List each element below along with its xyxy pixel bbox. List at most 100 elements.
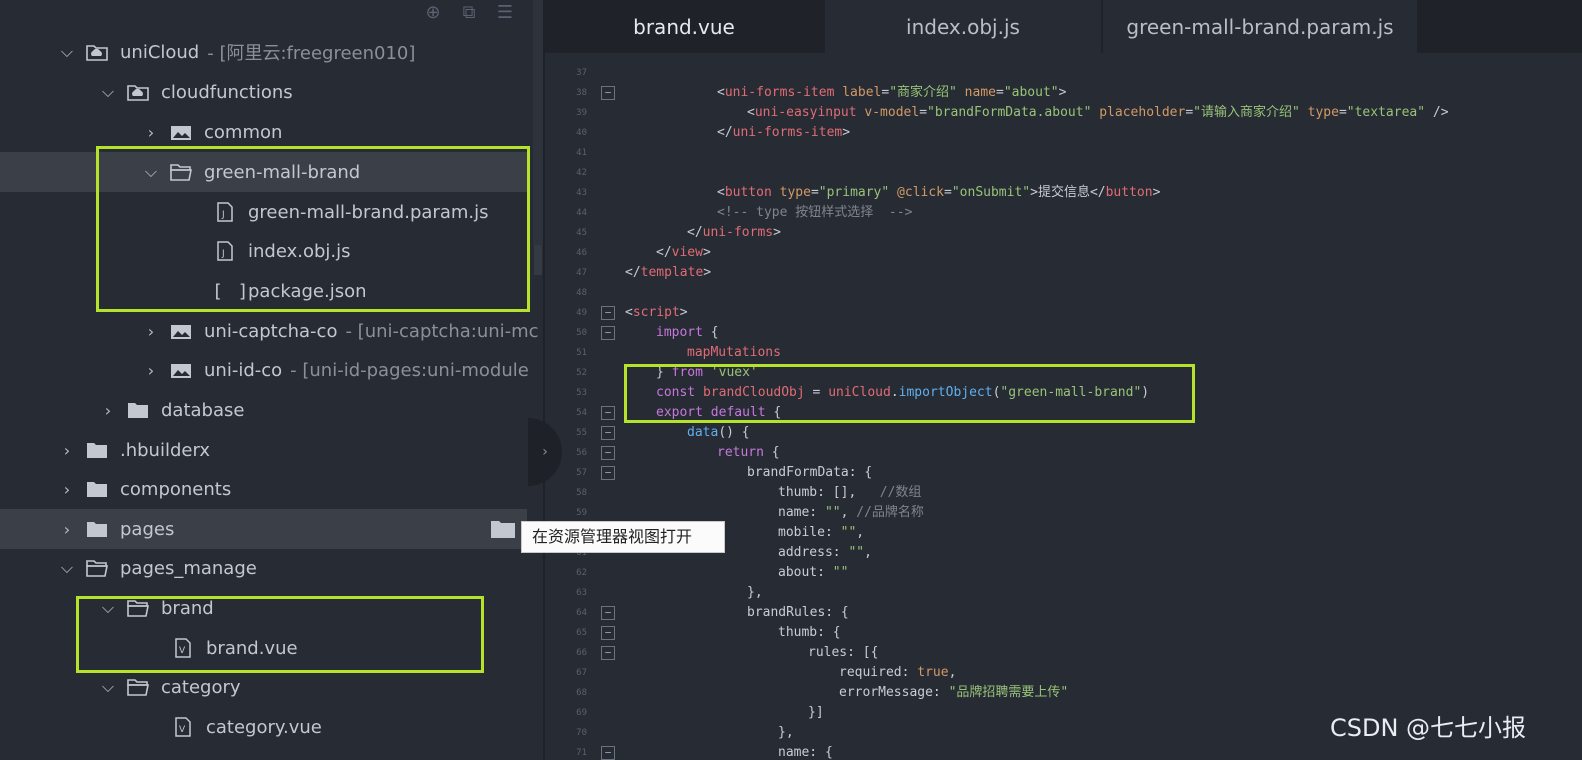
code-token: </ <box>625 265 641 280</box>
chevron-right-icon[interactable]: › <box>140 123 162 142</box>
chevron-down-icon[interactable]: ⌵ <box>56 42 78 62</box>
code-token: > <box>702 245 711 260</box>
fold-toggle-icon[interactable]: − <box>601 606 615 620</box>
chevron-down-icon[interactable]: ⌵ <box>97 677 119 697</box>
code-token: from <box>671 365 703 380</box>
tree-item-unicloud[interactable]: ⌵ uniCloud - [阿里云:freegreen010] <box>0 32 545 72</box>
fold-toggle-icon[interactable]: − <box>601 326 615 340</box>
tree-item-components[interactable]: › components <box>0 469 545 509</box>
image-folder-icon <box>170 361 192 379</box>
tab-brand-vue[interactable]: brand.vue <box>545 0 825 53</box>
code-token: </ <box>656 245 672 260</box>
code-token: true <box>917 665 949 680</box>
chevron-right-icon[interactable]: › <box>56 441 78 460</box>
chevron-down-icon[interactable]: ⌵ <box>97 82 119 102</box>
fold-toggle-icon[interactable]: − <box>601 86 615 100</box>
code-line: 38− <uni-forms-item label="商家介绍" name="ab… <box>545 83 1582 103</box>
tree-item-hbuilderx[interactable]: › .hbuilderx <box>0 430 545 470</box>
code-token: , <box>840 505 857 520</box>
chevron-down-icon[interactable]: ⌵ <box>97 598 119 618</box>
tree-item-label: green-mall-brand.param.js <box>248 201 489 223</box>
tree-item-label: common <box>204 121 283 143</box>
code-comment: <!-- type 按钮样式选择 --> <box>717 205 913 220</box>
code-token: type <box>1299 105 1339 120</box>
code-token: = <box>919 105 928 120</box>
code-token: required: <box>839 665 918 680</box>
line-number: 59 <box>576 508 587 518</box>
code-token: { <box>763 445 780 460</box>
fold-toggle-icon[interactable]: − <box>601 746 615 760</box>
tree-item-database[interactable]: › database <box>0 390 545 430</box>
fold-toggle-icon[interactable]: − <box>601 306 615 320</box>
tree-item-brand[interactable]: ⌵ brand <box>0 588 545 628</box>
chevron-right-icon[interactable]: › <box>140 322 162 341</box>
line-number: 46 <box>576 248 587 258</box>
code-token: "brandFormData.about" <box>927 105 1092 120</box>
chevron-right-icon[interactable]: › <box>56 480 78 499</box>
code-line: 43 <button type="primary" @click="onSubmi… <box>545 183 1582 203</box>
tree-item-package-json[interactable]: [ ] package.json <box>0 271 545 311</box>
tree-item-label: database <box>161 399 245 421</box>
target-icon[interactable]: ⊕ <box>422 2 444 24</box>
tree-item-pages[interactable]: › pages <box>0 509 527 549</box>
tree-item-label: category.vue <box>206 716 322 738</box>
line-number: 52 <box>576 368 587 378</box>
tree-item-uni-captcha-co[interactable]: › uni-captcha-co - [uni-captcha:uni-mc <box>0 311 545 351</box>
tree-item-common[interactable]: › common <box>0 112 545 152</box>
chevron-right-icon[interactable]: › <box>56 520 78 539</box>
fold-toggle-icon[interactable]: − <box>601 406 615 420</box>
fold-toggle-icon[interactable]: − <box>601 446 615 460</box>
tree-item-pages-manage[interactable]: ⌵ pages_manage <box>0 548 545 588</box>
code-token: //品牌名称 <box>856 505 924 520</box>
tree-item-uni-id-co[interactable]: › uni-id-co - [uni-id-pages:uni-module <box>0 350 545 390</box>
tab-label: green-mall-brand.param.js <box>1126 14 1394 39</box>
code-token: template <box>640 265 704 280</box>
line-number: 66 <box>576 648 587 658</box>
tree-item-index-obj-js[interactable]: J index.obj.js <box>0 231 545 271</box>
tree-item-param-js[interactable]: J green-mall-brand.param.js <box>0 192 545 232</box>
fold-toggle-icon[interactable]: − <box>601 426 615 440</box>
folder-open-icon <box>86 559 108 577</box>
open-in-explorer-icon[interactable] <box>490 518 516 540</box>
menu-icon[interactable]: ☰ <box>494 2 516 24</box>
folder-icon <box>86 441 108 459</box>
code-token: "" <box>824 505 841 520</box>
code-token: > <box>703 265 712 280</box>
tree-item-brand-vue[interactable]: V brand.vue <box>0 628 545 668</box>
code-token: uni-forms-item <box>732 125 843 140</box>
chevron-down-icon[interactable]: ⌵ <box>140 162 162 182</box>
chevron-down-icon[interactable]: ⌵ <box>56 558 78 578</box>
collapse-all-icon[interactable]: ⧉ <box>458 2 480 24</box>
line-number: 48 <box>576 288 587 298</box>
fold-toggle-icon[interactable]: − <box>601 466 615 480</box>
code-token: }, <box>747 585 763 600</box>
code-token: < <box>717 185 725 200</box>
code-token: label <box>834 85 882 100</box>
tree-item-category[interactable]: ⌵ category <box>0 667 545 707</box>
line-number: 69 <box>576 708 587 718</box>
fold-toggle-icon[interactable]: − <box>601 626 615 640</box>
code-token: default <box>702 405 766 420</box>
tab-index-obj-js[interactable]: index.obj.js <box>825 0 1103 53</box>
tree-item-cloudfunctions[interactable]: ⌵ cloudfunctions <box>0 72 545 112</box>
code-token: name: { <box>778 745 833 760</box>
line-number: 65 <box>576 628 587 638</box>
code-line: 57− brandFormData: { <box>545 463 1582 483</box>
code-token: 'vuex' <box>702 365 758 380</box>
project-explorer: ⊕ ⧉ ☰ ⌵ uniCloud - [阿里云:freegreen010] ⌵ … <box>0 0 545 760</box>
chevron-right-icon[interactable]: › <box>140 361 162 380</box>
fold-toggle-icon[interactable]: − <box>601 646 615 660</box>
code-line: 48 <box>545 283 1582 303</box>
code-token: button <box>724 185 772 200</box>
code-token: > <box>1058 85 1067 100</box>
code-token: uni-forms-item <box>724 85 835 100</box>
code-token: "" <box>832 565 849 580</box>
chevron-right-icon[interactable]: › <box>97 401 119 420</box>
tab-param-js[interactable]: green-mall-brand.param.js <box>1103 0 1419 53</box>
tree-item-green-mall-brand[interactable]: ⌵ green-mall-brand <box>0 152 527 192</box>
code-line: 49 − <script> <box>545 303 1582 323</box>
cloud-folder-icon <box>127 83 149 101</box>
tree-item-category-vue[interactable]: V category.vue <box>0 707 545 747</box>
line-number: 53 <box>576 388 587 398</box>
line-number: 41 <box>576 148 587 158</box>
